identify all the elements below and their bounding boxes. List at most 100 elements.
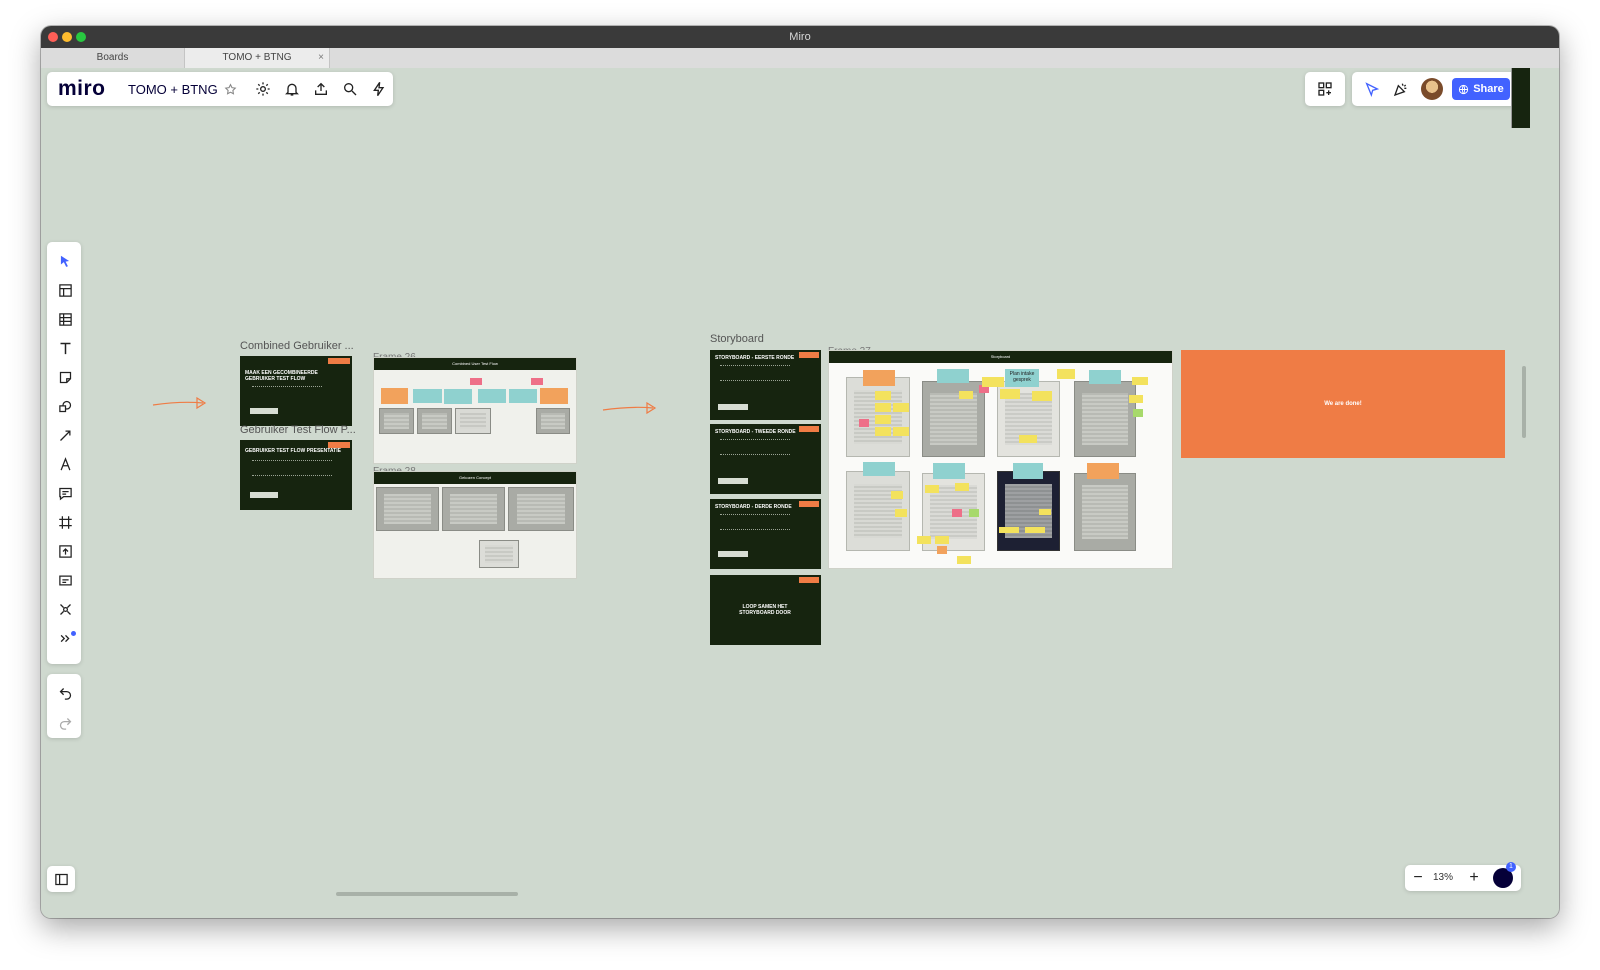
sticky-note[interactable] — [937, 546, 947, 554]
sticky-note[interactable] — [982, 377, 1004, 387]
zoom-window-button[interactable] — [76, 32, 86, 42]
table-icon[interactable] — [53, 308, 77, 330]
board-title[interactable]: TOMO + BTNG — [128, 82, 218, 97]
sticky-note[interactable] — [933, 463, 965, 479]
templates-icon[interactable] — [53, 279, 77, 301]
frame-27[interactable]: Storyboard Plan intake gesprek — [828, 350, 1173, 569]
sketch-photo[interactable] — [455, 408, 491, 434]
sticky-note[interactable] — [1019, 435, 1037, 443]
sticky-note[interactable] — [893, 403, 909, 412]
sketch-photo[interactable] — [536, 408, 570, 434]
plan-intake-sticky[interactable]: Plan intake gesprek — [1005, 369, 1039, 387]
sticky-note[interactable] — [1057, 369, 1075, 379]
sticky-note[interactable] — [509, 389, 537, 403]
vertical-scrollbar[interactable] — [1522, 366, 1526, 438]
arrow-connector-1[interactable] — [151, 393, 211, 413]
sticky-note[interactable] — [895, 509, 907, 517]
sticky-note[interactable] — [1133, 409, 1143, 417]
slide-sb-loop[interactable]: LOOP SAMEN HET STORYBOARD DOOR — [710, 575, 821, 645]
apps-icon[interactable] — [1315, 79, 1335, 99]
sticky-note[interactable] — [1025, 527, 1045, 533]
zoom-level[interactable]: 13% — [1433, 872, 1453, 883]
cursor-arrow-icon[interactable] — [1362, 79, 1382, 99]
minimap[interactable] — [1511, 68, 1530, 128]
tab-tomo-btng[interactable]: TOMO + BTNG × — [185, 48, 330, 68]
sticky-note[interactable] — [1089, 370, 1121, 384]
mindmap-icon[interactable] — [53, 598, 77, 620]
sticky-note[interactable] — [1039, 509, 1051, 515]
zoom-in-button[interactable]: + — [1463, 865, 1485, 891]
sticky-note[interactable] — [935, 536, 949, 544]
sketch-photo[interactable] — [1074, 381, 1136, 457]
sticky-note[interactable] — [875, 403, 891, 412]
minimize-window-button[interactable] — [62, 32, 72, 42]
sticky-note[interactable] — [891, 491, 903, 499]
upload-icon[interactable] — [311, 79, 331, 99]
frame-label-combined[interactable]: Combined Gebruiker ... — [240, 340, 355, 352]
sticky-note[interactable] — [999, 527, 1019, 533]
sticky-note[interactable] — [381, 388, 408, 404]
upload-icon[interactable] — [53, 540, 77, 562]
sticky-note[interactable] — [1132, 377, 1148, 385]
sidebar-panel-toggle[interactable] — [47, 866, 75, 892]
sticky-note[interactable] — [957, 556, 971, 564]
frame-label-presentatie[interactable]: Gebruiker Test Flow P... — [240, 424, 355, 436]
star-icon[interactable] — [220, 79, 240, 99]
sticky-note[interactable] — [875, 427, 891, 436]
sticky-note[interactable] — [937, 369, 969, 383]
sketch-photo[interactable] — [922, 381, 985, 457]
undo-icon[interactable] — [53, 682, 77, 704]
sketch-photo[interactable] — [479, 540, 519, 568]
sketch-photo[interactable] — [442, 487, 505, 531]
sticky-note[interactable] — [413, 389, 442, 403]
sticky-note[interactable] — [470, 378, 482, 385]
card-icon[interactable] — [53, 569, 77, 591]
close-tab-icon[interactable]: × — [318, 48, 324, 68]
slide-presentatie[interactable]: GEBRUIKER TEST FLOW PRESENTATIE — [240, 440, 352, 510]
sticky-note[interactable] — [1013, 463, 1043, 479]
sticky-note[interactable] — [1000, 389, 1020, 399]
text-icon[interactable] — [53, 337, 77, 359]
sticky-note[interactable] — [1032, 391, 1052, 401]
comment-icon[interactable] — [53, 482, 77, 504]
sticky-note-icon[interactable] — [53, 366, 77, 388]
sticky-note[interactable] — [893, 427, 909, 436]
sticky-note[interactable] — [952, 509, 962, 517]
horizontal-scrollbar[interactable] — [336, 892, 518, 896]
tab-boards[interactable]: Boards — [41, 48, 185, 68]
avatar[interactable] — [1421, 78, 1443, 100]
slide-combined[interactable]: MAAK EEN GECOMBINEERDE GEBRUIKER TEST FL… — [240, 356, 352, 426]
done-card[interactable]: We are done! — [1181, 350, 1505, 458]
sticky-note[interactable] — [875, 391, 891, 400]
sticky-note[interactable] — [859, 419, 869, 427]
frame-label-storyboard[interactable]: Storyboard — [710, 333, 764, 345]
zoom-out-button[interactable]: − — [1407, 865, 1429, 891]
slide-sb-tweede[interactable]: STORYBOARD - TWEEDE RONDE — [710, 424, 821, 494]
sketch-photo[interactable] — [379, 408, 414, 434]
sticky-note[interactable] — [478, 389, 506, 403]
sticky-note[interactable] — [955, 483, 969, 491]
frame-28[interactable]: Gekozen Concept — [373, 471, 577, 579]
select-icon[interactable] — [53, 250, 77, 272]
frame-icon[interactable] — [53, 511, 77, 533]
sticky-note[interactable] — [540, 388, 568, 404]
sketch-photo[interactable] — [1074, 473, 1136, 551]
sticky-note[interactable] — [969, 509, 979, 517]
connector-icon[interactable] — [53, 424, 77, 446]
sticky-note[interactable] — [959, 391, 973, 399]
sketch-photo[interactable] — [417, 408, 452, 434]
sketch-photo[interactable] — [376, 487, 439, 531]
redo-icon[interactable] — [53, 712, 77, 734]
board-canvas[interactable]: miro TOMO + BTNG Share Combined Gebruike… — [41, 68, 1559, 918]
sticky-note[interactable] — [444, 389, 472, 404]
celebrate-icon[interactable] — [1391, 79, 1411, 99]
pen-icon[interactable] — [53, 453, 77, 475]
sticky-note[interactable] — [1087, 463, 1119, 479]
sticky-note[interactable] — [1129, 395, 1143, 403]
frame-26[interactable]: Combined User Test Flow — [373, 357, 577, 464]
sticky-note[interactable] — [863, 462, 895, 476]
slide-sb-eerste[interactable]: STORYBOARD - EERSTE RONDE — [710, 350, 821, 420]
close-window-button[interactable] — [48, 32, 58, 42]
settings-icon[interactable] — [253, 79, 273, 99]
arrow-connector-2[interactable] — [601, 398, 661, 418]
